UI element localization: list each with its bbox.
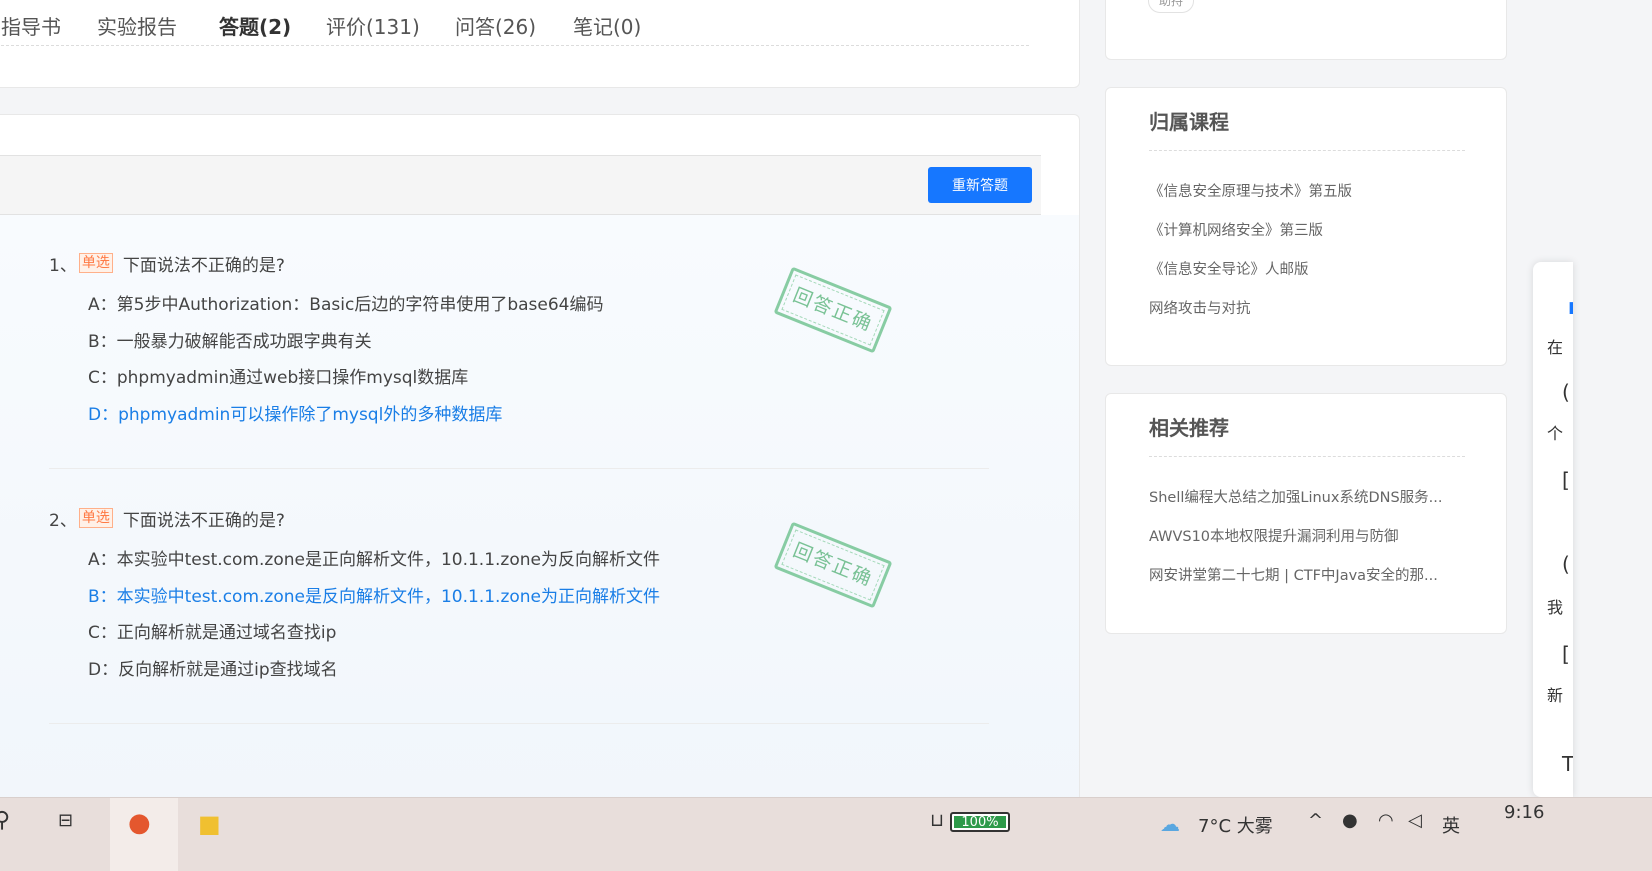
question-divider (49, 723, 989, 724)
active-app-slot[interactable]: ● (110, 798, 178, 871)
document-icon[interactable]: [ (1562, 468, 1570, 492)
quiz-card: 重新答题 1、 单选 下面说法不正确的是? A：第5步中Authorizatio… (0, 114, 1080, 834)
divider (1149, 456, 1465, 457)
recommend-link[interactable]: 网安讲堂第二十七期 | CTF中Java安全的那... (1149, 564, 1465, 603)
float-item-label[interactable]: 新 (1547, 682, 1563, 706)
divider (1149, 150, 1465, 151)
clock-time[interactable]: 9:16 (1504, 802, 1544, 823)
float-item-label[interactable]: 在 (1547, 334, 1563, 358)
recommend-card: 相关推荐 Shell编程大总结之加强Linux系统DNS服务... AWVS10… (1105, 393, 1507, 634)
quiz-body: 1、 单选 下面说法不正确的是? A：第5步中Authorization：Bas… (0, 215, 1079, 833)
weather-icon[interactable]: ☁ (1160, 812, 1180, 836)
course-link[interactable]: 网络攻击与对抗 (1149, 297, 1465, 336)
chevron-up-icon[interactable]: ^ (1308, 810, 1323, 831)
question-type-badge: 单选 (78, 253, 113, 273)
floating-tool-panel: ▗ 在 ( 个 [ ( 我 [ 新 T (1533, 262, 1573, 797)
tab-quiz[interactable]: 答题(2) (219, 11, 291, 40)
recommend-link[interactable]: AWVS10本地权限提升漏洞利用与防御 (1149, 525, 1465, 564)
course-card: 归属课程 《信息安全原理与技术》第五版 《计算机网络安全》第三版 《信息安全导论… (1105, 87, 1507, 366)
recommend-link[interactable]: Shell编程大总结之加强Linux系统DNS服务... (1149, 486, 1465, 525)
volume-icon[interactable]: ◁ (1408, 810, 1422, 831)
recommend-list: Shell编程大总结之加强Linux系统DNS服务... AWVS10本地权限提… (1149, 486, 1465, 603)
question-number: 2、 (49, 510, 77, 531)
tab-reviews[interactable]: 评价(131) (326, 11, 420, 40)
tab-notes[interactable]: 笔记(0) (573, 11, 641, 40)
question-type-badge: 单选 (78, 508, 113, 528)
option-d[interactable]: D：phpmyadmin可以操作除了mysql外的多种数据库 (88, 403, 989, 440)
option-c[interactable]: C：phpmyadmin通过web接口操作mysql数据库 (88, 366, 989, 403)
folder-icon[interactable]: ■ (198, 810, 221, 838)
question-title: 下面说法不正确的是? (122, 510, 285, 531)
sidebar-top-card: 助持 (1105, 0, 1507, 60)
note-icon[interactable]: [ (1562, 642, 1570, 666)
battery-indicator[interactable]: 100% (950, 812, 1010, 832)
question-title: 下面说法不正确的是? (122, 255, 285, 276)
tabs-card: 指导书 实验报告 答题(2) 评价(131) 问答(26) 笔记(0) (0, 0, 1080, 88)
question-1: 1、 单选 下面说法不正确的是? A：第5步中Authorization：Bas… (49, 249, 989, 439)
quiz-toolbar: 重新答题 (0, 155, 1041, 215)
firefox-icon[interactable]: ● (128, 808, 151, 838)
course-link[interactable]: 《信息安全原理与技术》第五版 (1149, 180, 1465, 219)
recommend-card-title: 相关推荐 (1149, 416, 1229, 440)
option-c[interactable]: C：正向解析就是通过域名查找ip (88, 621, 989, 658)
float-item-label[interactable]: 个 (1547, 420, 1563, 444)
like-icon[interactable]: ▗ (1562, 290, 1573, 314)
wifi-icon[interactable]: ◠ (1378, 810, 1394, 831)
course-link[interactable]: 《计算机网络安全》第三版 (1149, 219, 1465, 258)
qq-icon[interactable]: ● (1342, 810, 1358, 831)
course-card-title: 归属课程 (1149, 110, 1229, 134)
float-item-label[interactable]: 我 (1547, 594, 1563, 618)
option-d[interactable]: D：反向解析就是通过ip查找域名 (88, 658, 989, 695)
question-number: 1、 (49, 255, 77, 276)
ime-indicator[interactable]: 英 (1442, 812, 1460, 838)
tab-guide[interactable]: 指导书 (1, 11, 61, 40)
plug-icon: ⊔ (930, 810, 945, 831)
top-icon[interactable]: T (1562, 752, 1573, 776)
user-icon[interactable]: ( (1562, 380, 1570, 404)
tab-qa[interactable]: 问答(26) (455, 11, 536, 40)
clock-icon[interactable]: ( (1562, 552, 1570, 576)
weather-text[interactable]: 7°C 大雾 (1198, 812, 1273, 838)
tab-report[interactable]: 实验报告 (97, 11, 177, 40)
battery-level: 100% (954, 816, 1006, 830)
course-list: 《信息安全原理与技术》第五版 《计算机网络安全》第三版 《信息安全导论》人邮版 … (1149, 180, 1465, 336)
search-icon[interactable]: ⚲ (0, 808, 10, 833)
tag-chip[interactable]: 助持 (1148, 0, 1195, 13)
question-2: 2、 单选 下面说法不正确的是? A：本实验中test.com.zone是正向解… (49, 504, 989, 694)
redo-quiz-button[interactable]: 重新答题 (928, 167, 1032, 203)
tab-bar: 指导书 实验报告 答题(2) 评价(131) 问答(26) 笔记(0) (0, 1, 1029, 46)
course-link[interactable]: 《信息安全导论》人邮版 (1149, 258, 1465, 297)
task-view-icon[interactable]: ⊟ (58, 810, 73, 831)
question-divider (49, 468, 989, 469)
taskbar: ⚲ ⊟ ● ■ ⊔ 100% ☁ 7°C 大雾 ^ ● ◠ ◁ 英 9:16 (0, 797, 1652, 871)
